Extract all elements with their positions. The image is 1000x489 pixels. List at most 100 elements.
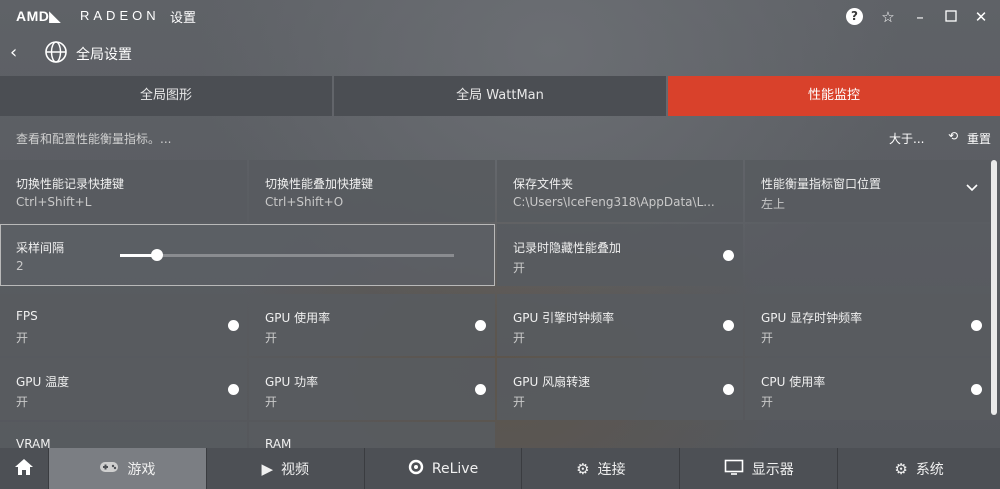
setting-value: 2 bbox=[16, 259, 24, 273]
gamepad-icon bbox=[99, 460, 119, 478]
setting-title: 记录时隐藏性能叠加 bbox=[513, 241, 622, 255]
reset-icon[interactable]: ⟲ bbox=[948, 129, 958, 143]
maximize-icon[interactable] bbox=[941, 7, 961, 27]
save-folder-tile[interactable]: 保存文件夹 C:\Users\IceFeng318\AppData\L... bbox=[497, 160, 743, 222]
metric-gpu-temp-tile[interactable]: GPU 温度 开 bbox=[0, 358, 247, 420]
toggle-switch[interactable] bbox=[971, 384, 982, 395]
metric-cpu-usage-tile[interactable]: CPU 使用率 开 bbox=[745, 358, 990, 420]
setting-value: Ctrl+Shift+L bbox=[16, 195, 92, 209]
close-icon[interactable]: ✕ bbox=[971, 7, 991, 27]
nav-system[interactable]: ⚙ 系统 bbox=[838, 448, 1000, 489]
metric-value: 开 bbox=[16, 395, 29, 409]
tab-performance-monitor[interactable]: 性能监控 bbox=[668, 76, 1000, 116]
nav-label: 连接 bbox=[597, 461, 626, 478]
connect-icon: ⚙ bbox=[576, 459, 590, 478]
setting-value: 开 bbox=[513, 261, 526, 275]
monitor-icon bbox=[724, 459, 744, 479]
overlay-hotkey-tile[interactable]: 切换性能叠加快捷键 Ctrl+Shift+O bbox=[249, 160, 495, 222]
help-icon[interactable]: ? bbox=[846, 8, 863, 25]
metric-value: 开 bbox=[761, 331, 774, 345]
hide-overlay-tile[interactable]: 记录时隐藏性能叠加 开 bbox=[497, 224, 743, 286]
nav-connect[interactable]: ⚙ 连接 bbox=[522, 448, 680, 489]
metric-title: GPU 功率 bbox=[265, 375, 319, 389]
toggle-switch[interactable] bbox=[228, 384, 239, 395]
window-position-dropdown[interactable]: 性能衡量指标窗口位置 左上 bbox=[745, 160, 990, 222]
metric-gpu-power-tile[interactable]: GPU 功率 开 bbox=[249, 358, 495, 420]
app-title: 设置 bbox=[170, 11, 197, 26]
relive-icon bbox=[408, 459, 424, 479]
sample-interval-slider[interactable] bbox=[120, 254, 454, 257]
toggle-switch[interactable] bbox=[723, 250, 734, 261]
back-arrow-icon[interactable]: ‹ bbox=[10, 42, 17, 63]
metric-title: FPS bbox=[16, 309, 38, 323]
system-gear-icon: ⚙ bbox=[894, 459, 908, 478]
metric-gpu-engine-clock-tile[interactable]: GPU 引擎时钟频率 开 bbox=[497, 294, 743, 356]
metric-value: 开 bbox=[761, 395, 774, 409]
info-bar: 查看和配置性能衡量指标。... 大于... ⟲ 重置 bbox=[0, 124, 1000, 152]
metric-title: GPU 风扇转速 bbox=[513, 375, 591, 389]
settings-grid: 切换性能记录快捷键 Ctrl+Shift+L 切换性能叠加快捷键 Ctrl+Sh… bbox=[0, 160, 990, 450]
nav-label: 显示器 bbox=[751, 461, 794, 478]
toggle-switch[interactable] bbox=[723, 320, 734, 331]
globe-icon bbox=[44, 40, 68, 68]
setting-value: Ctrl+Shift+O bbox=[265, 195, 344, 209]
more-link[interactable]: 大于... bbox=[889, 130, 924, 147]
metric-value: 开 bbox=[265, 395, 278, 409]
log-hotkey-tile[interactable]: 切换性能记录快捷键 Ctrl+Shift+L bbox=[0, 160, 247, 222]
setting-title: 切换性能记录快捷键 bbox=[16, 177, 125, 191]
metric-gpu-usage-tile[interactable]: GPU 使用率 开 bbox=[249, 294, 495, 356]
nav-games[interactable]: 游戏 bbox=[48, 448, 206, 489]
empty-tile bbox=[745, 224, 990, 286]
toggle-switch[interactable] bbox=[228, 320, 239, 331]
minimize-icon[interactable]: – bbox=[910, 7, 930, 27]
toggle-switch[interactable] bbox=[475, 384, 486, 395]
star-icon[interactable]: ☆ bbox=[878, 7, 898, 27]
nav-label: 视频 bbox=[280, 461, 309, 478]
page-title: 全局设置 bbox=[76, 47, 132, 63]
toggle-switch[interactable] bbox=[971, 320, 982, 331]
setting-title: 性能衡量指标窗口位置 bbox=[761, 177, 882, 191]
vertical-scrollbar[interactable] bbox=[991, 160, 997, 415]
chevron-down-icon bbox=[966, 180, 978, 196]
nav-video[interactable]: ▶ 视频 bbox=[206, 448, 364, 489]
radeon-logo: RADEON bbox=[80, 8, 160, 23]
metric-ram-tile[interactable]: RAM 开 bbox=[249, 422, 495, 450]
toggle-switch[interactable] bbox=[723, 384, 734, 395]
metric-title: CPU 使用率 bbox=[761, 375, 826, 389]
reset-button[interactable]: 重置 bbox=[967, 130, 991, 147]
title-bar: AMD◣ RADEON 设置 ? ☆ – ✕ bbox=[0, 0, 1000, 34]
tab-global-wattman[interactable]: 全局 WattMan bbox=[334, 76, 666, 116]
metric-value: 开 bbox=[265, 331, 278, 345]
amd-logo: AMD◣ bbox=[16, 8, 61, 24]
description-text: 查看和配置性能衡量指标。... bbox=[16, 132, 172, 146]
nav-relive[interactable]: ReLive bbox=[364, 448, 522, 489]
setting-title: 切换性能叠加快捷键 bbox=[265, 177, 374, 191]
metric-gpu-fan-tile[interactable]: GPU 风扇转速 开 bbox=[497, 358, 743, 420]
nav-label: 游戏 bbox=[127, 461, 156, 478]
metric-title: GPU 温度 bbox=[16, 375, 70, 389]
play-icon: ▶ bbox=[261, 459, 273, 478]
metric-vram-tile[interactable]: VRAM 开 bbox=[0, 422, 247, 450]
metric-value: 开 bbox=[513, 331, 526, 345]
nav-label: ReLive bbox=[431, 460, 479, 477]
home-icon bbox=[14, 458, 34, 480]
metric-title: GPU 显存时钟频率 bbox=[761, 311, 863, 325]
setting-title: 保存文件夹 bbox=[513, 177, 574, 191]
metric-title: GPU 引擎时钟频率 bbox=[513, 311, 615, 325]
toggle-switch[interactable] bbox=[475, 320, 486, 331]
metric-title: GPU 使用率 bbox=[265, 311, 331, 325]
setting-value: 左上 bbox=[761, 197, 786, 211]
nav-label: 系统 bbox=[915, 461, 944, 478]
setting-value: C:\Users\IceFeng318\AppData\L... bbox=[513, 195, 715, 209]
page-header: ‹ 全局设置 bbox=[0, 36, 1000, 70]
metric-value: 开 bbox=[513, 395, 526, 409]
sample-interval-tile: 采样间隔 2 bbox=[0, 224, 495, 286]
metric-gpu-memory-clock-tile[interactable]: GPU 显存时钟频率 开 bbox=[745, 294, 990, 356]
home-button[interactable] bbox=[0, 448, 48, 489]
tab-global-graphics[interactable]: 全局图形 bbox=[0, 76, 332, 116]
metric-fps-tile[interactable]: FPS 开 bbox=[0, 294, 247, 356]
slider-handle[interactable] bbox=[150, 249, 163, 261]
nav-display[interactable]: 显示器 bbox=[680, 448, 838, 489]
bottom-nav: 游戏 ▶ 视频 ReLive ⚙ 连接 显示器 ⚙ 系统 bbox=[0, 448, 1000, 489]
setting-title: 采样间隔 bbox=[16, 241, 65, 255]
